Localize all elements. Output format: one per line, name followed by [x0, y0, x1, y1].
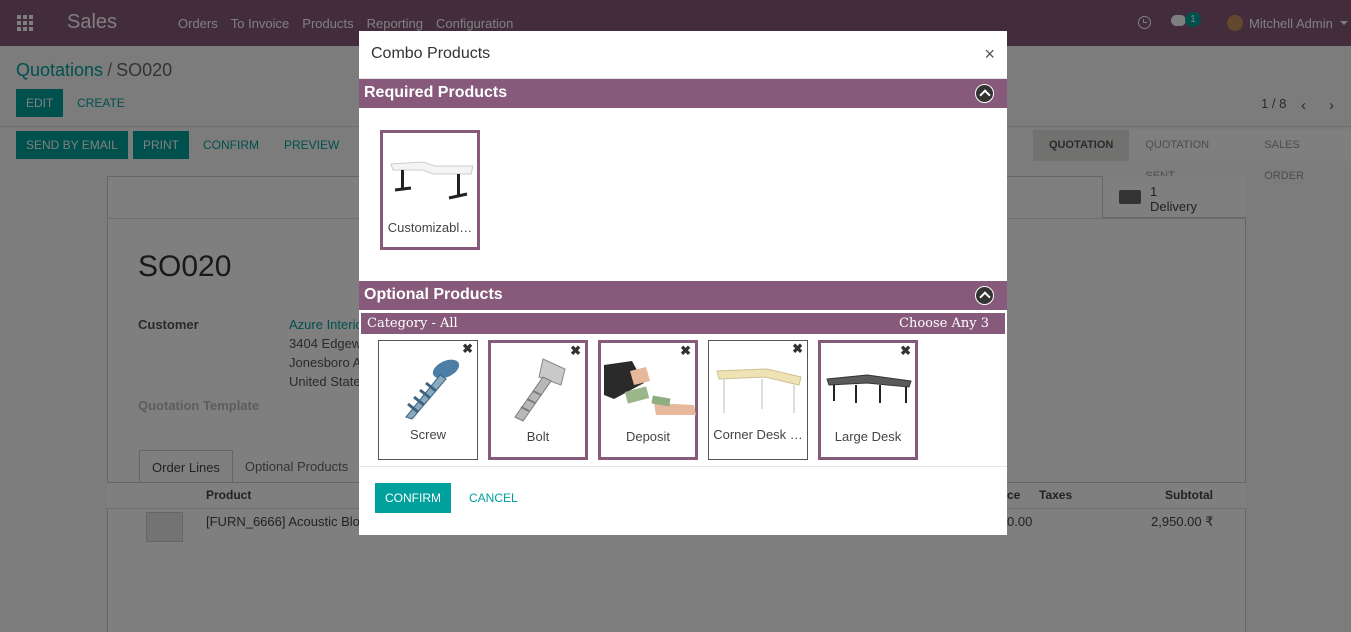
- product-name: Screw: [409, 427, 447, 442]
- choose-limit-label: Choose Any 3: [899, 316, 989, 331]
- category-label: Category - All: [367, 316, 458, 331]
- cancel-button[interactable]: CANCEL: [469, 483, 518, 513]
- product-name: Bolt: [526, 429, 550, 444]
- collapse-up-icon[interactable]: [975, 84, 994, 103]
- product-name: Corner Desk …: [713, 427, 803, 442]
- remove-icon[interactable]: ✖: [680, 343, 691, 359]
- required-products-header: Required Products: [359, 79, 1007, 108]
- product-name: Customizabl…: [387, 220, 473, 235]
- bolt-image: [514, 358, 566, 422]
- deposit-image: [604, 361, 696, 415]
- large-desk-image: [826, 374, 912, 403]
- modal-title: Combo Products: [371, 45, 491, 62]
- product-card-optional[interactable]: ✖ Deposit: [598, 340, 698, 460]
- close-icon[interactable]: ×: [984, 44, 995, 65]
- confirm-button[interactable]: CONFIRM: [375, 483, 451, 513]
- corner-desk-image: [716, 368, 802, 413]
- required-products-title: Required Products: [364, 84, 508, 101]
- modal-header: Combo Products ×: [359, 31, 1007, 79]
- divider: [359, 466, 1007, 467]
- product-card-required[interactable]: Customizabl…: [380, 130, 480, 250]
- optional-products-header: Optional Products: [359, 281, 1007, 310]
- product-card-optional[interactable]: ✖ Corner Desk …: [708, 340, 808, 460]
- product-card-optional[interactable]: ✖ Bolt: [488, 340, 588, 460]
- category-bar: Category - All Choose Any 3: [360, 312, 1006, 335]
- screw-image: [405, 359, 460, 420]
- product-name: Deposit: [625, 429, 671, 444]
- product-card-optional[interactable]: ✖ Screw: [378, 340, 478, 460]
- collapse-up-icon[interactable]: [975, 286, 994, 305]
- product-name: Large Desk: [834, 429, 902, 444]
- combo-products-dialog: Combo Products × Required Products Custo…: [359, 31, 1007, 535]
- product-card-optional[interactable]: ✖ Large Desk: [818, 340, 918, 460]
- optional-products-title: Optional Products: [364, 286, 503, 303]
- desk-image: [390, 161, 474, 200]
